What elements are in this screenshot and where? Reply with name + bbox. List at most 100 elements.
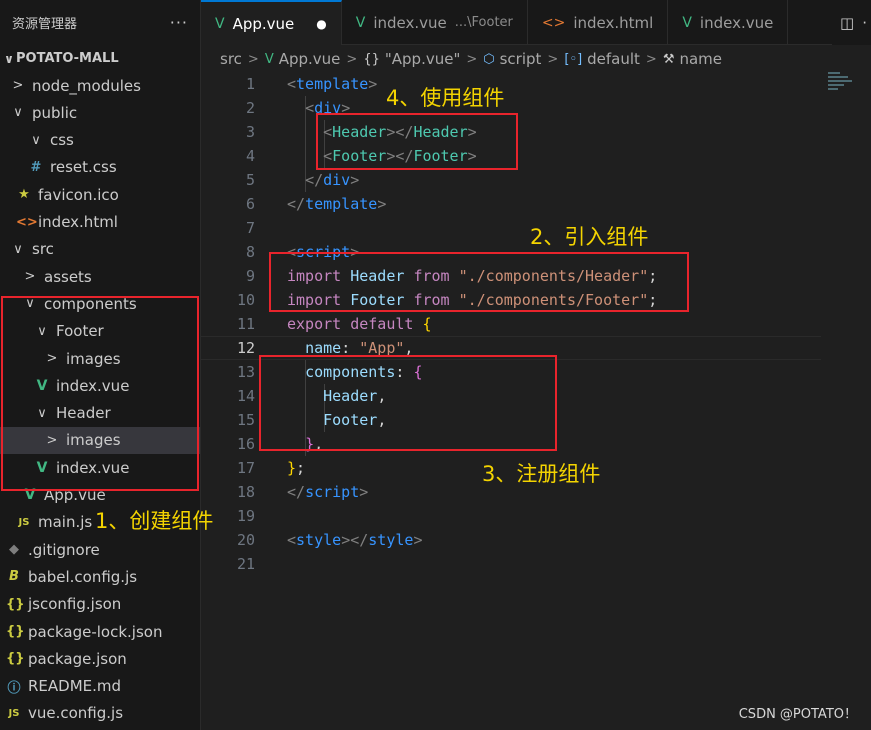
tab-header-index-vue[interactable]: V index.vue [668,0,789,45]
code-line: 6 </template > [201,192,821,216]
json-file-icon: {} [6,624,25,639]
tab-footer-index-vue[interactable]: V index.vue ...\Footer [342,0,528,45]
tree-item-node-modules[interactable]: > node_modules [0,72,200,99]
tab-label: index.vue [699,13,774,32]
tree-item-label: package-lock.json [28,622,163,641]
code-line: 5 </div > [201,168,821,192]
chevron-right-icon: > [247,51,259,67]
info-file-icon: ⓘ [7,680,21,696]
breadcrumb: src > V App.vue > {} "App.vue" > ⬡ scrip… [201,46,871,72]
line-number: 4 [245,147,255,165]
json-file-icon: {} [6,651,25,667]
tab-label: index.vue [373,13,447,32]
tree-item-label: css [50,131,74,150]
code-line: 20 < style ></style > [201,528,821,552]
tree-item-vue-config-js[interactable]: JS vue.config.js [0,700,200,727]
annotation-box-use [316,113,518,170]
line-number: 21 [236,555,255,573]
vue-file-icon: V [355,14,366,31]
json-file-icon: {} [6,596,25,612]
tree-item-assets[interactable]: > assets [0,263,200,290]
annotation-box-create [1,296,199,491]
split-editor-icon[interactable]: ◫ [840,14,854,32]
cube-icon: ⬡ [483,51,495,67]
breadcrumb-src[interactable]: src [220,50,242,68]
watermark: CSDN @POTATO！ [738,707,857,722]
tree-item-label: jsconfig.json [28,595,122,614]
braces-icon: {} [363,51,380,67]
line-number: 11 [236,315,255,333]
line-number: 19 [236,507,255,525]
tree-item-label: src [32,240,54,259]
tree-item-readme-md[interactable]: ⓘ README.md [0,673,200,700]
breadcrumb-name[interactable]: name [679,50,722,68]
line-number: 6 [245,195,255,213]
tree-item-package-lock-json[interactable]: {} package-lock.json [0,618,200,645]
chevron-down-icon: ∨ [31,132,41,148]
chevron-right-icon: > [346,51,358,67]
chevron-right-icon: > [547,51,559,67]
minimap[interactable] [828,72,858,112]
tree-item-label: index.html [38,213,118,231]
html-file-icon: <> [541,14,566,31]
wrench-icon: ⚒ [662,51,675,67]
tree-item-label: favicon.ico [38,185,119,204]
vue-file-icon: V [215,15,225,32]
tree-item-src[interactable]: ∨ src [0,236,200,263]
breadcrumb-module[interactable]: "App.vue" [385,50,460,68]
tree-item-package-json[interactable]: {} package.json [0,645,200,672]
tree-item-gitignore[interactable]: ◆ .gitignore [0,536,200,563]
tab-actions: ◫ · [832,0,871,45]
code-line: 11 export default { [201,312,821,336]
tree-item-label: babel.config.js [28,567,138,586]
breadcrumb-default[interactable]: default [587,50,640,68]
line-number: 2 [245,99,255,117]
annotation-import-label: 2、引入组件 [530,225,649,249]
chevron-right-icon: > [466,51,478,67]
code-line: 19 [201,504,821,528]
tree-item-index-html[interactable]: <> index.html [0,209,200,236]
annotation-box-import [269,252,689,312]
line-number: 18 [236,483,255,501]
chevron-right-icon: > [12,78,24,93]
tab-label: App.vue [232,14,295,33]
tab-index-html[interactable]: <> index.html [528,0,669,45]
vue-file-icon: V [682,14,692,31]
tree-item-label: reset.css [50,158,117,177]
line-number: 5 [245,171,255,189]
favicon-star-icon: ★ [18,187,30,203]
breadcrumb-app-vue[interactable]: App.vue [279,50,341,68]
breadcrumb-script[interactable]: script [500,50,542,68]
tab-app-vue[interactable]: V App.vue ● [201,0,342,45]
more-actions-icon[interactable]: ··· [170,13,188,32]
line-number: 17 [236,459,255,477]
vue-file-icon: V [264,51,274,67]
tree-item-public[interactable]: ∨ public [0,99,200,126]
line-number: 3 [245,123,255,141]
code-line: 21 [201,552,821,576]
annotation-register-label: 3、注册组件 [482,462,601,486]
editor-tabs: V App.vue ● V index.vue ...\Footer <> in… [201,0,871,45]
more-icon[interactable]: · [862,14,867,32]
annotation-use-label: 4、使用组件 [386,86,505,110]
git-file-icon: ◆ [9,542,19,558]
explorer-title: 资源管理器 [12,17,78,32]
tab-label: index.html [573,13,654,32]
tree-item-babel-config-js[interactable]: Bbabel.config.js [0,563,200,590]
code-line: 7 [201,216,821,240]
tree-item-jsconfig-json[interactable]: {} jsconfig.json [0,591,200,618]
js-file-icon: JS [18,516,30,528]
tree-item-label: vue.config.js [28,704,124,723]
tree-item-label: node_modules [32,76,141,95]
tree-item-favicon-ico[interactable]: ★ favicon.ico [0,181,200,208]
chevron-down-icon: ∨ [13,105,23,121]
project-root[interactable]: ∨ POTATO-MALL [0,45,200,72]
explorer-header: 资源管理器 ··· [0,0,200,45]
tree-item-label: public [32,103,78,122]
tree-item-label: assets [44,267,92,286]
unsaved-dot-icon[interactable]: ● [316,17,326,31]
tree-item-css[interactable]: ∨ css [0,127,200,154]
tree-item-label: package.json [28,649,127,668]
tree-item-label: README.md [28,677,122,696]
tree-item-reset-css[interactable]: # reset.css [0,154,200,181]
